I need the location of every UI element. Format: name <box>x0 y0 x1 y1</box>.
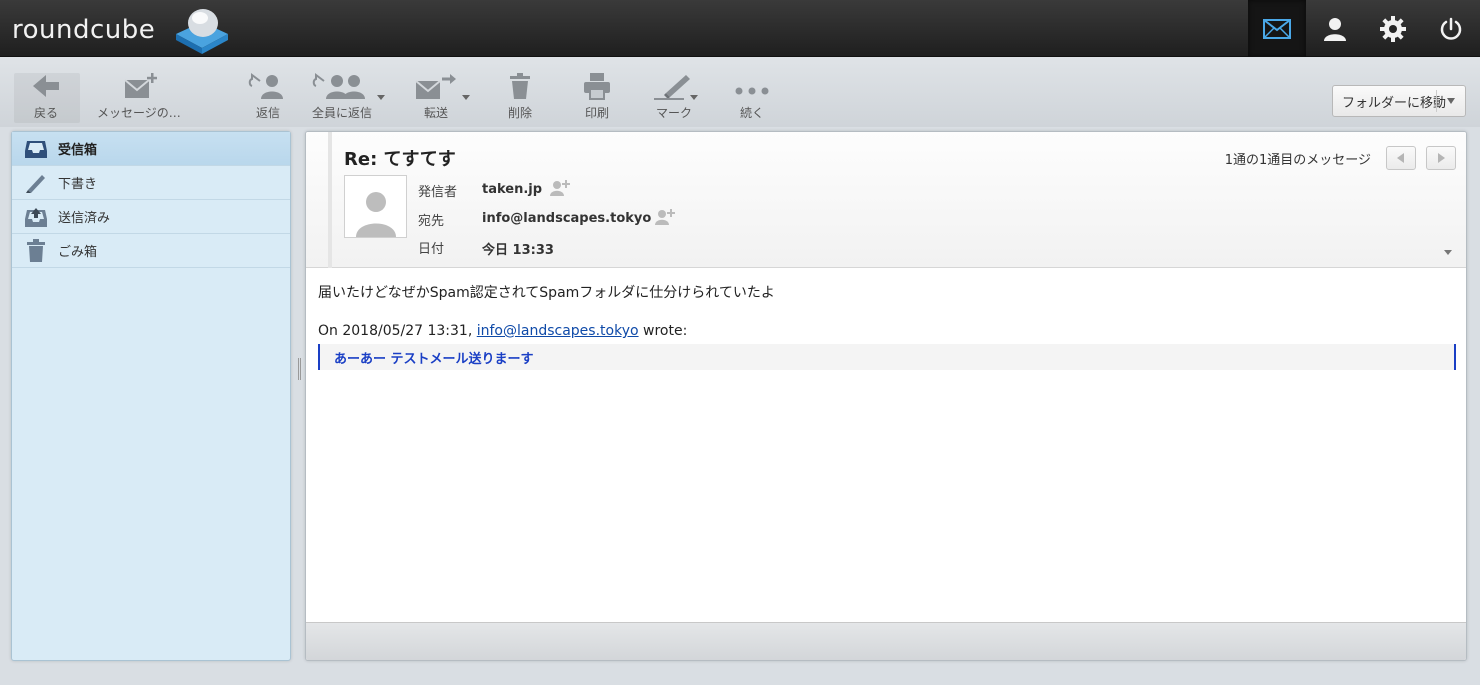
mail-nav-button[interactable] <box>1248 0 1306 57</box>
quote-suffix: wrote: <box>638 323 688 339</box>
printer-icon <box>584 73 610 100</box>
add-contact-icon[interactable] <box>654 208 676 226</box>
message-footer <box>306 622 1466 660</box>
reply-label: 返信 <box>255 106 280 120</box>
triangle-left-icon <box>1397 153 1404 163</box>
expand-headers-icon[interactable] <box>1444 250 1452 255</box>
print-label: 印刷 <box>584 106 609 120</box>
contacts-nav-button[interactable] <box>1306 0 1364 57</box>
date-label: 日付 <box>418 242 445 257</box>
more-label: 続く <box>739 106 764 120</box>
back-label: 戻る <box>33 106 58 120</box>
trash-icon <box>510 73 530 99</box>
message-header: Re: てすてす 1通の1通目のメッセージ 発信者 taken.jp 宛先 in… <box>306 132 1466 268</box>
logo-text: roundcube <box>12 15 156 45</box>
settings-nav-button[interactable] <box>1364 0 1422 57</box>
move-button-separator <box>1436 90 1437 112</box>
header-accent-bar <box>328 132 332 268</box>
message-pane: Re: てすてす 1通の1通目のメッセージ 発信者 taken.jp 宛先 in… <box>305 131 1467 661</box>
add-contact-icon[interactable] <box>549 179 571 197</box>
contacts-icon <box>1324 17 1346 41</box>
quote-email-link[interactable]: info@landscapes.tokyo <box>477 323 639 339</box>
compose-label: メッセージの… <box>97 106 181 120</box>
triangle-right-icon <box>1438 153 1445 163</box>
settings-icon <box>1380 15 1406 42</box>
sender-avatar <box>344 175 407 238</box>
folder-label: 下書き <box>58 177 98 192</box>
person-silhouette-icon <box>355 192 396 237</box>
print-button[interactable]: 印刷 <box>582 71 612 123</box>
reply-all-label: 全員に返信 <box>312 106 373 120</box>
compose-mail-icon <box>124 73 157 98</box>
chevron-down-icon <box>1447 98 1455 104</box>
next-message-button[interactable] <box>1426 146 1456 170</box>
folder-item-inbox[interactable]: 受信箱 <box>12 132 290 166</box>
forward-button[interactable]: 転送 <box>414 71 458 123</box>
top-bar: roundcube <box>0 0 1480 57</box>
message-toolbar: 戻る メッセージの… 返信 全員に返信 転送 削除 印刷 マーク 続く <box>0 57 1480 127</box>
reply-all-icon <box>312 73 365 99</box>
delete-label: 削除 <box>507 106 532 120</box>
folder-item-sent[interactable]: 送信済み <box>12 200 290 234</box>
message-body-line: 届いたけどなぜかSpam認定されてSpamフォルダに仕分けられていたよ <box>318 285 775 301</box>
topbar-edge <box>1470 0 1480 57</box>
folder-label: 受信箱 <box>58 143 98 158</box>
forward-label: 転送 <box>423 106 448 120</box>
inbox-icon <box>22 139 50 159</box>
reply-all-dropdown-icon[interactable] <box>377 95 385 100</box>
message-subject: Re: てすてす <box>344 149 456 170</box>
trash-icon <box>22 238 50 263</box>
quote-attribution: On 2018/05/27 13:31, info@landscapes.tok… <box>318 323 687 339</box>
folder-label: 送信済み <box>58 211 111 226</box>
logout-icon <box>1440 17 1462 40</box>
reply-icon <box>248 73 283 99</box>
pane-splitter[interactable] <box>296 358 302 380</box>
delete-button[interactable]: 削除 <box>505 71 535 123</box>
more-dots-icon <box>735 87 769 95</box>
more-button[interactable]: 続く <box>733 71 771 123</box>
logo[interactable]: roundcube <box>12 9 228 54</box>
folder-sidebar: 受信箱 下書き 送信済み ごみ箱 <box>11 131 291 661</box>
forward-dropdown-icon[interactable] <box>462 95 470 100</box>
to-label: 宛先 <box>418 214 445 229</box>
quoted-text: あーあー テストメール送りまーす <box>334 351 534 367</box>
mail-icon <box>1263 18 1291 39</box>
back-button[interactable]: 戻る <box>29 71 63 123</box>
mark-label: マーク <box>655 106 692 120</box>
message-count-info: 1通の1通目のメッセージ <box>1224 153 1371 168</box>
sent-icon <box>22 206 50 228</box>
folder-item-trash[interactable]: ごみ箱 <box>12 234 290 268</box>
to-value[interactable]: info@landscapes.tokyo <box>482 211 651 226</box>
move-to-folder-label: フォルダーに移動 <box>1342 95 1447 111</box>
top-navigation <box>1248 0 1480 57</box>
quote-prefix: On 2018/05/27 13:31, <box>318 323 477 339</box>
folder-label: ごみ箱 <box>58 245 98 260</box>
compose-button[interactable]: メッセージの… <box>97 71 181 123</box>
pencil-icon <box>22 172 50 194</box>
from-value[interactable]: taken.jp <box>482 182 542 197</box>
date-value: 今日 13:33 <box>482 243 554 258</box>
forward-icon <box>415 74 456 99</box>
folder-item-drafts[interactable]: 下書き <box>12 166 290 200</box>
mark-dropdown-icon[interactable] <box>690 95 698 100</box>
reply-button[interactable]: 返信 <box>248 71 288 123</box>
previous-message-button[interactable] <box>1386 146 1416 170</box>
quoted-text-block: あーあー テストメール送りまーす <box>318 344 1456 370</box>
move-to-folder-button[interactable]: フォルダーに移動 <box>1332 85 1466 117</box>
from-label: 発信者 <box>418 185 458 200</box>
roundcube-logo-icon <box>176 9 228 54</box>
arrow-left-icon <box>33 75 59 97</box>
reply-all-button[interactable]: 全員に返信 <box>312 71 372 123</box>
